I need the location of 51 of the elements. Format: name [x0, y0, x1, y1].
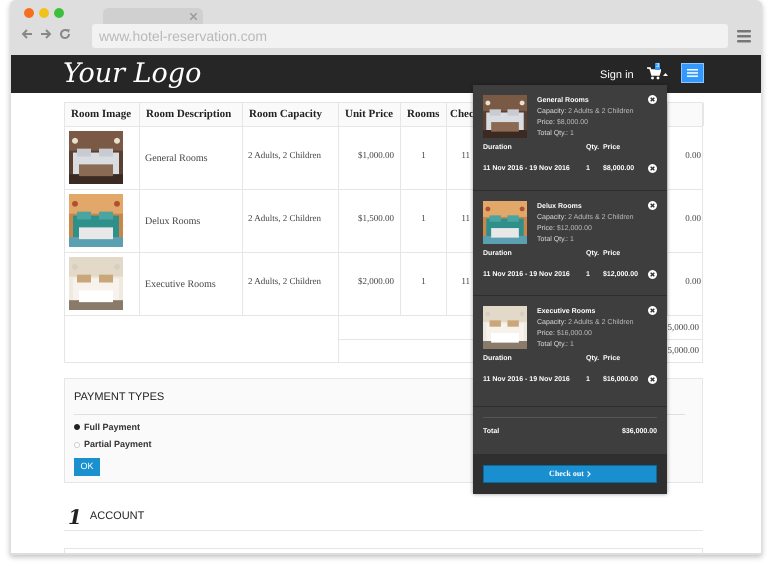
- step-title: ACCOUNT: [90, 509, 144, 524]
- chevron-icon: [586, 471, 591, 477]
- ok-button[interactable]: OK: [74, 458, 100, 476]
- radio-button[interactable]: [74, 442, 80, 448]
- close-icon[interactable]: [648, 306, 657, 315]
- logo[interactable]: Your Logo: [63, 57, 202, 91]
- radio-label[interactable]: Full Payment: [84, 420, 140, 434]
- check-in-date: 11: [461, 213, 470, 223]
- step-number: 1: [68, 504, 82, 530]
- menu-icon: [687, 69, 698, 77]
- check-in-date: 11: [461, 150, 470, 160]
- menu-icon[interactable]: [737, 29, 751, 43]
- close-icon[interactable]: [648, 164, 657, 174]
- column-header: Unit Price: [345, 107, 393, 122]
- cart-icon: [647, 67, 661, 80]
- sign-in-link[interactable]: Sign in: [600, 67, 634, 84]
- close-icon[interactable]: [648, 201, 657, 210]
- close-icon[interactable]: [648, 270, 657, 280]
- column-header: Chec: [450, 107, 474, 122]
- rooms-count: 1: [421, 150, 426, 160]
- room-description: General Rooms: [145, 152, 208, 166]
- radio-label[interactable]: Partial Payment: [84, 438, 152, 452]
- column-header: Room Capacity: [249, 107, 322, 122]
- unit-price: $2,000.00: [358, 276, 394, 286]
- summary-total: 5,000.00: [668, 344, 699, 358]
- rooms-count: 1: [421, 276, 426, 286]
- back-icon[interactable]: [21, 28, 33, 40]
- summary-total: 5,000.00: [668, 320, 699, 334]
- check-in-date: 11: [461, 276, 470, 286]
- room-capacity: 2 Adults, 2 Children: [248, 150, 322, 160]
- column-header: Rooms: [407, 107, 440, 122]
- radio-button[interactable]: [74, 424, 80, 430]
- unit-price: $1,500.00: [358, 213, 394, 223]
- checkout-button[interactable]: Check out: [483, 465, 657, 483]
- column-header: Room Description: [146, 107, 232, 122]
- rooms-count: 1: [421, 213, 426, 223]
- close-icon[interactable]: [648, 375, 657, 384]
- row-total: 0.00: [685, 276, 701, 286]
- close-icon[interactable]: [648, 95, 657, 104]
- caret-icon: [663, 73, 668, 76]
- row-total: 0.00: [685, 150, 701, 160]
- reload-icon[interactable]: [59, 28, 71, 40]
- room-capacity: 2 Adults, 2 Children: [248, 276, 322, 286]
- forward-icon[interactable]: [40, 28, 52, 40]
- room-description: Delux Rooms: [145, 214, 200, 228]
- column-header: Room Image: [71, 107, 132, 122]
- room-capacity: 2 Adults, 2 Children: [248, 213, 322, 223]
- unit-price: $1,000.00: [358, 150, 394, 160]
- room-description: Executive Rooms: [145, 278, 216, 292]
- menu-button[interactable]: [681, 63, 704, 83]
- row-total: 0.00: [685, 213, 701, 223]
